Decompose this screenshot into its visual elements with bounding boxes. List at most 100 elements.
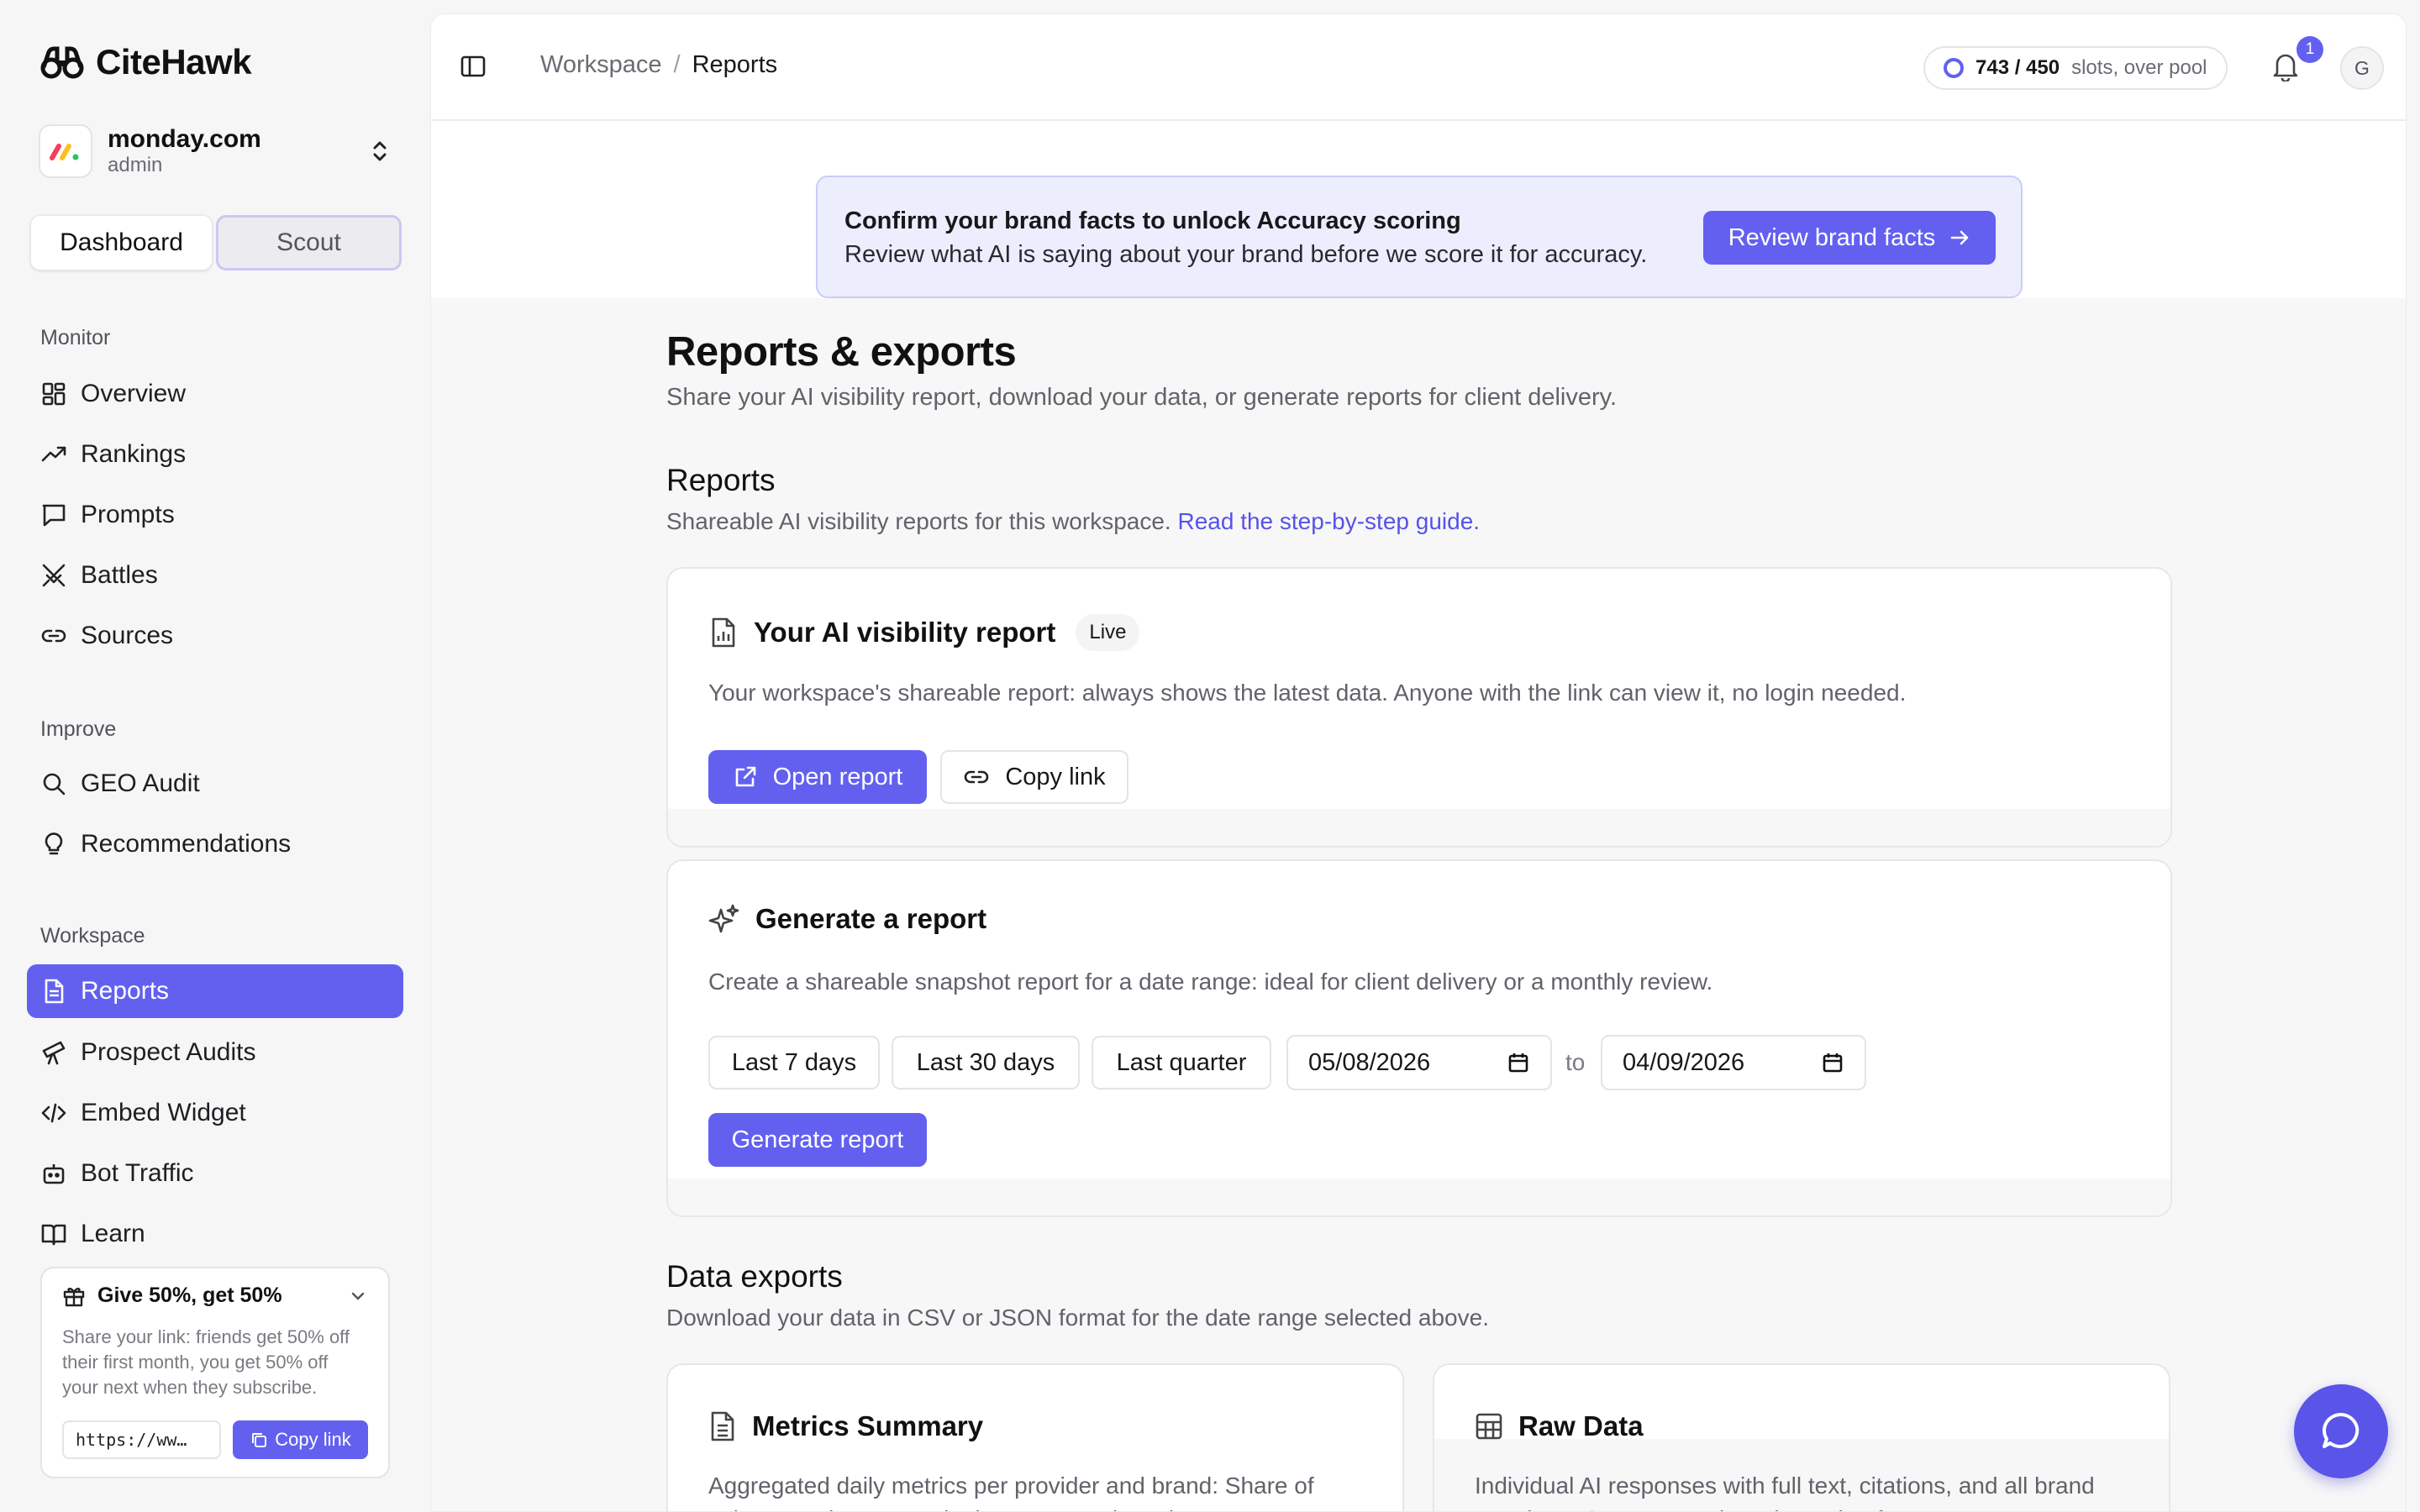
sidebar-item-learn[interactable]: Learn: [27, 1207, 403, 1261]
raw-data-description: Individual AI responses with full text, …: [1475, 1473, 2095, 1511]
generate-report-title: Generate a report: [755, 903, 987, 934]
slots-usage-pill[interactable]: 743 / 450 slots, over pool: [1923, 46, 2228, 90]
sidebar-item-label: GEO Audit: [81, 769, 200, 797]
scout-mode-button[interactable]: Scout: [216, 215, 402, 270]
search-icon: [40, 770, 67, 797]
card-footer: [668, 809, 2170, 846]
copy-icon: [250, 1431, 268, 1449]
report-chart-icon: [708, 617, 739, 648]
visibility-report-header: Your AI visibility report Live: [708, 614, 1140, 651]
sidebar-item-label: Bot Traffic: [81, 1159, 194, 1187]
from-date-input[interactable]: 05/08/2026: [1286, 1035, 1552, 1090]
gift-icon: [62, 1284, 86, 1308]
to-date-input[interactable]: 04/09/2026: [1601, 1035, 1866, 1090]
breadcrumb-workspace[interactable]: Workspace: [540, 51, 662, 79]
table-icon: [1475, 1412, 1503, 1441]
sidebar-toggle-icon[interactable]: [460, 53, 487, 80]
generate-report-card: Generate a report Create a shareable sna…: [666, 859, 2172, 1217]
open-report-button[interactable]: Open report: [708, 750, 927, 804]
sidebar-item-recommendations[interactable]: Recommendations: [27, 817, 403, 871]
referral-title: Give 50%, get 50%: [97, 1284, 282, 1307]
sidebar-item-label: Prospect Audits: [81, 1038, 256, 1066]
referral-description: Share your link: friends get 50% off the…: [62, 1326, 350, 1398]
metrics-summary-title: Metrics Summary: [752, 1410, 984, 1441]
link-icon: [963, 764, 990, 790]
page-subtitle: Share your AI visibility report, downloa…: [666, 384, 1618, 411]
raw-data-header: Raw Data: [1475, 1410, 1644, 1442]
improve-section-title: Improve: [40, 717, 117, 741]
topbar: Workspace / Reports 743 / 450 slots, ove…: [431, 14, 2406, 121]
sidebar-item-reports[interactable]: Reports: [27, 964, 403, 1018]
main-panel: Workspace / Reports 743 / 450 slots, ove…: [430, 13, 2407, 1512]
review-brand-facts-button[interactable]: Review brand facts: [1703, 211, 1996, 265]
calendar-icon[interactable]: [1507, 1051, 1530, 1074]
live-badge: Live: [1076, 614, 1140, 651]
sidebar-item-label: Reports: [81, 977, 170, 1005]
calendar-icon[interactable]: [1821, 1051, 1844, 1074]
sidebar-item-overview[interactable]: Overview: [27, 367, 403, 421]
dashboard-mode-button[interactable]: Dashboard: [30, 215, 213, 270]
sidebar-item-sources[interactable]: Sources: [27, 609, 403, 663]
sidebar-item-prospect-audits[interactable]: Prospect Audits: [27, 1026, 403, 1079]
metrics-summary-description: Aggregated daily metrics per provider an…: [708, 1473, 1314, 1511]
app-logo[interactable]: CiteHawk: [39, 42, 252, 82]
sidebar-item-bot-traffic[interactable]: Bot Traffic: [27, 1147, 403, 1200]
sidebar-item-label: Prompts: [81, 501, 175, 528]
slots-label: slots, over pool: [2071, 56, 2207, 79]
reports-section-title: Reports: [666, 463, 776, 497]
chevron-up-down-icon: [368, 138, 392, 165]
chat-support-button[interactable]: [2294, 1384, 2388, 1478]
sidebar-item-label: Learn: [81, 1220, 145, 1247]
avatar[interactable]: G: [2340, 46, 2384, 90]
sidebar-item-label: Battles: [81, 561, 158, 589]
referral-header[interactable]: Give 50%, get 50%: [62, 1284, 368, 1308]
copy-link-button[interactable]: Copy link: [940, 750, 1128, 804]
notification-count-badge: 1: [2296, 36, 2323, 63]
sidebar-item-label: Rankings: [81, 440, 187, 468]
sidebar-item-embed-widget[interactable]: Embed Widget: [27, 1086, 403, 1140]
binoculars-icon: [39, 45, 86, 79]
data-exports-title: Data exports: [666, 1259, 843, 1294]
sparkles-icon: [708, 903, 740, 935]
visibility-report-description: Your workspace's shareable report: alway…: [708, 680, 1907, 706]
link-icon: [40, 622, 67, 649]
app-name: CiteHawk: [96, 42, 252, 81]
sidebar-item-label: Sources: [81, 622, 174, 649]
spreadsheet-doc-icon: [708, 1410, 737, 1442]
chat-bubble-icon: [2319, 1410, 2363, 1453]
chevron-down-icon: [348, 1286, 368, 1306]
sidebar-item-battles[interactable]: Battles: [27, 549, 403, 602]
sidebar-item-label: Recommendations: [81, 830, 292, 858]
visibility-report-title: Your AI visibility report: [754, 617, 1056, 648]
trending-up-icon: [40, 441, 67, 468]
open-report-label: Open report: [772, 763, 903, 790]
referral-copy-link-button[interactable]: Copy link: [233, 1420, 368, 1459]
referral-link-field[interactable]: https://ww…: [62, 1420, 222, 1459]
crossed-swords-icon: [40, 562, 67, 589]
generate-report-button[interactable]: Generate report: [708, 1113, 927, 1167]
generate-report-description: Create a shareable snapshot report for a…: [708, 969, 1713, 995]
date-range-separator: to: [1565, 1049, 1586, 1075]
copy-link-label: Copy link: [1005, 763, 1106, 790]
banner-subtitle: Review what AI is saying about your bran…: [844, 241, 1648, 268]
bot-icon: [40, 1160, 67, 1187]
page-title: Reports & exports: [666, 329, 1017, 375]
metrics-summary-card[interactable]: Metrics Summary Aggregated daily metrics…: [666, 1363, 1404, 1511]
usage-ring-icon: [1944, 58, 1964, 78]
last-7-days-button[interactable]: Last 7 days: [708, 1036, 880, 1089]
step-by-step-guide-link[interactable]: Read the step-by-step guide.: [1177, 508, 1480, 534]
from-date-value: 05/08/2026: [1308, 1048, 1431, 1076]
bell-icon[interactable]: [2271, 51, 2300, 81]
sidebar-item-prompts[interactable]: Prompts: [27, 488, 403, 542]
metrics-summary-header: Metrics Summary: [708, 1410, 983, 1442]
card-footer: [668, 1179, 2170, 1215]
org-switcher[interactable]: monday.com admin: [39, 121, 392, 181]
mode-toggle: Dashboard Scout: [30, 215, 402, 270]
sidebar-item-geo-audit[interactable]: GEO Audit: [27, 757, 403, 811]
last-quarter-button[interactable]: Last quarter: [1092, 1036, 1271, 1089]
sidebar-item-rankings[interactable]: Rankings: [27, 428, 403, 481]
reports-section-subtitle: Shareable AI visibility reports for this…: [666, 508, 1480, 535]
raw-data-card[interactable]: Raw Data Individual AI responses with fu…: [1433, 1363, 2170, 1511]
last-30-days-button[interactable]: Last 30 days: [892, 1036, 1080, 1089]
generate-report-header: Generate a report: [708, 903, 986, 935]
